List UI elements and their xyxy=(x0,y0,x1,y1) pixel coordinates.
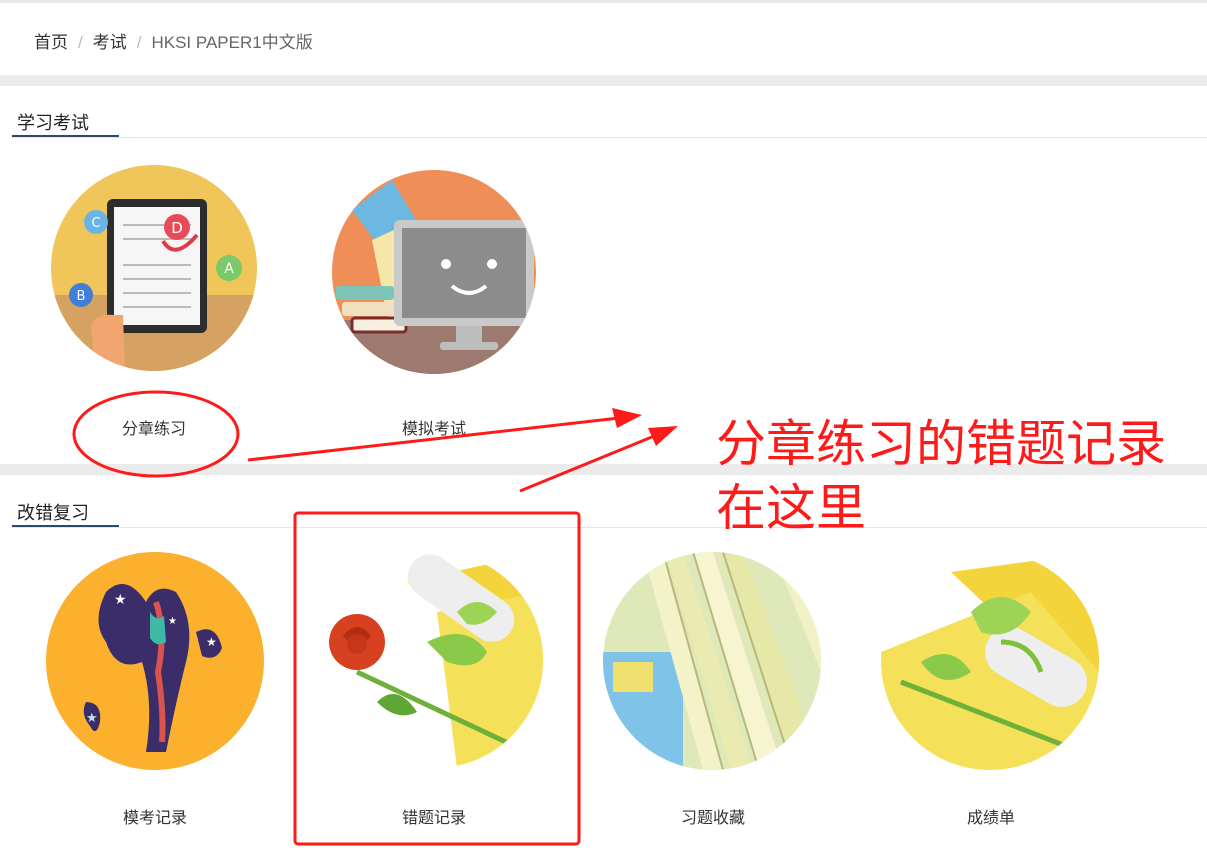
svg-text:★: ★ xyxy=(86,710,98,725)
top-border xyxy=(0,0,1207,3)
tile-label: 模考记录 xyxy=(122,810,187,827)
section-title-text: 改错复习 xyxy=(17,503,89,523)
rose-scroll-icon xyxy=(327,552,543,768)
tile-mock-records[interactable]: ★ ★ ★ ★ 模考记录 xyxy=(40,548,270,838)
arrow-head xyxy=(612,408,642,428)
breadcrumb-home-link[interactable]: 首页 xyxy=(34,33,68,52)
tile-wrong-records[interactable]: 错题记录 xyxy=(316,548,552,838)
svg-text:★: ★ xyxy=(168,616,177,627)
tile-chapter-practice[interactable]: D C A B 分章练习 xyxy=(40,160,268,450)
annotation-line: 分章练习的错题记录 xyxy=(716,415,1166,473)
tile-label: 分章练习 xyxy=(121,421,186,438)
breadcrumb-current: HKSI PAPER1中文版 xyxy=(151,33,313,52)
tile-label: 错题记录 xyxy=(401,810,466,827)
cosmic-figure-icon: ★ ★ ★ ★ xyxy=(46,552,264,770)
svg-text:B: B xyxy=(77,289,86,304)
open-book-pages-icon xyxy=(603,552,821,770)
tile-label: 模拟考试 xyxy=(401,421,466,438)
svg-text:★: ★ xyxy=(206,635,217,649)
tile-transcript[interactable]: 成绩单 xyxy=(876,548,1106,838)
section-divider-band xyxy=(0,75,1207,86)
svg-text:D: D xyxy=(171,219,183,237)
tile-label: 习题收藏 xyxy=(680,810,745,827)
computer-screen-icon xyxy=(332,170,536,374)
arrow-head xyxy=(648,426,678,446)
svg-text:C: C xyxy=(91,216,100,231)
diploma-scroll-icon xyxy=(881,552,1099,770)
tile-favorites[interactable]: 习题收藏 xyxy=(598,548,828,838)
annotation-line: 在这里 xyxy=(716,479,866,537)
section-title-text: 学习考试 xyxy=(17,113,89,133)
annotation-text: 分章练习的错题记录 在这里 xyxy=(716,412,1166,540)
svg-text:A: A xyxy=(224,261,234,277)
breadcrumb-separator: / xyxy=(78,33,83,52)
tile-mock-exam[interactable]: 模拟考试 xyxy=(320,160,548,450)
breadcrumb-separator: / xyxy=(136,33,142,52)
breadcrumb-exam-link[interactable]: 考试 xyxy=(93,33,127,52)
section-title-study: 学习考试 xyxy=(12,99,119,137)
tablet-quiz-icon: D C A B xyxy=(51,165,257,371)
section-rule xyxy=(12,137,1207,138)
breadcrumb: 首页 / 考试 / HKSI PAPER1中文版 xyxy=(34,28,313,53)
svg-text:★: ★ xyxy=(114,591,127,607)
section-title-review: 改错复习 xyxy=(12,489,119,527)
tile-label: 成绩单 xyxy=(966,810,1015,827)
